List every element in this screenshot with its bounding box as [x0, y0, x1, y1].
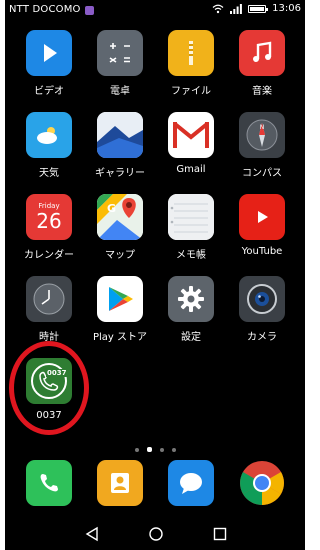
- gallery-icon: [97, 112, 143, 158]
- recents-icon[interactable]: [213, 527, 227, 541]
- page-indicator: [5, 437, 305, 456]
- app-label: コンパス: [242, 168, 282, 179]
- compass-icon: N: [239, 112, 285, 158]
- messages-icon: [168, 460, 214, 506]
- music-note-icon: [239, 30, 285, 76]
- youtube-play-icon: [239, 194, 285, 240]
- carrier-name: NTT DOCOMO: [9, 4, 81, 15]
- contacts-icon: [97, 460, 143, 506]
- app-video[interactable]: ビデオ: [13, 30, 85, 97]
- app-play-store[interactable]: Play ストア: [84, 276, 156, 343]
- gear-icon: [168, 276, 214, 322]
- folder-zip-icon: [168, 30, 214, 76]
- app-camera[interactable]: カメラ: [226, 276, 298, 343]
- app-label: Gmail: [176, 164, 206, 175]
- page-dot[interactable]: [159, 448, 164, 452]
- notification-icon: [85, 6, 94, 15]
- highlight-circle: [9, 341, 89, 435]
- app-label: 設定: [181, 332, 201, 343]
- app-settings[interactable]: 設定: [155, 276, 227, 343]
- dock-phone[interactable]: [13, 460, 85, 506]
- app-label: 電卓: [110, 86, 130, 97]
- app-files[interactable]: ファイル: [155, 30, 227, 97]
- calculator-icon: [97, 30, 143, 76]
- app-clock[interactable]: 時計: [13, 276, 85, 343]
- app-label: ビデオ: [34, 86, 64, 97]
- app-label: YouTube: [241, 246, 283, 257]
- signal-icon: [230, 3, 243, 14]
- app-label: メモ帳: [176, 250, 206, 261]
- app-music[interactable]: 音楽: [226, 30, 298, 97]
- app-label: マップ: [105, 250, 135, 261]
- home-icon[interactable]: [148, 526, 164, 542]
- app-label: カメラ: [247, 332, 277, 343]
- back-icon[interactable]: [85, 526, 99, 542]
- status-right: 13:06: [212, 3, 301, 14]
- maps-icon: G: [97, 194, 143, 240]
- app-weather[interactable]: 天気: [13, 112, 85, 179]
- app-label: 天気: [39, 168, 59, 179]
- camera-lens-icon: [239, 276, 285, 322]
- video-play-icon: [26, 30, 72, 76]
- app-label: カレンダー: [24, 250, 74, 261]
- wifi-icon: [212, 4, 224, 13]
- app-label: ギャラリー: [95, 168, 145, 179]
- phone-screen: NTT DOCOMO 13:06 ビデオ 電卓 ファイル 音楽 天気 ギャラリー…: [5, 0, 305, 550]
- status-bar: NTT DOCOMO 13:06: [5, 0, 305, 22]
- play-store-icon: [97, 276, 143, 322]
- app-label: 音楽: [252, 86, 272, 97]
- battery-icon: [248, 4, 269, 13]
- app-maps[interactable]: G マップ: [84, 194, 156, 261]
- app-youtube[interactable]: YouTube: [226, 194, 298, 257]
- app-compass[interactable]: N コンパス: [226, 112, 298, 179]
- clock-time: 13:06: [272, 3, 301, 14]
- clock-icon: [26, 276, 72, 322]
- weather-cloud-icon: [26, 112, 72, 158]
- page-dot[interactable]: [134, 448, 139, 452]
- app-label: ファイル: [171, 86, 211, 97]
- app-calculator[interactable]: 電卓: [84, 30, 156, 97]
- svg-text:G: G: [107, 202, 116, 215]
- phone-icon: [26, 460, 72, 506]
- gmail-icon: [168, 112, 214, 158]
- page-dot-active[interactable]: [146, 447, 152, 452]
- svg-text:N: N: [260, 124, 265, 131]
- dock-contacts[interactable]: [84, 460, 156, 506]
- app-calendar[interactable]: Friday 26 カレンダー: [13, 194, 85, 261]
- app-gallery[interactable]: ギャラリー: [84, 112, 156, 179]
- chrome-icon: [239, 460, 285, 506]
- app-notepad[interactable]: メモ帳: [155, 194, 227, 261]
- dock-messages[interactable]: [155, 460, 227, 506]
- nav-bar: [5, 518, 305, 550]
- dock-chrome[interactable]: [226, 460, 298, 506]
- notepad-icon: [168, 194, 214, 240]
- calendar-icon: Friday 26: [26, 194, 72, 240]
- calendar-date: 26: [36, 209, 62, 233]
- app-gmail[interactable]: Gmail: [155, 112, 227, 175]
- app-label: Play ストア: [92, 332, 148, 343]
- dock: [5, 460, 305, 512]
- page-dot[interactable]: [171, 448, 176, 452]
